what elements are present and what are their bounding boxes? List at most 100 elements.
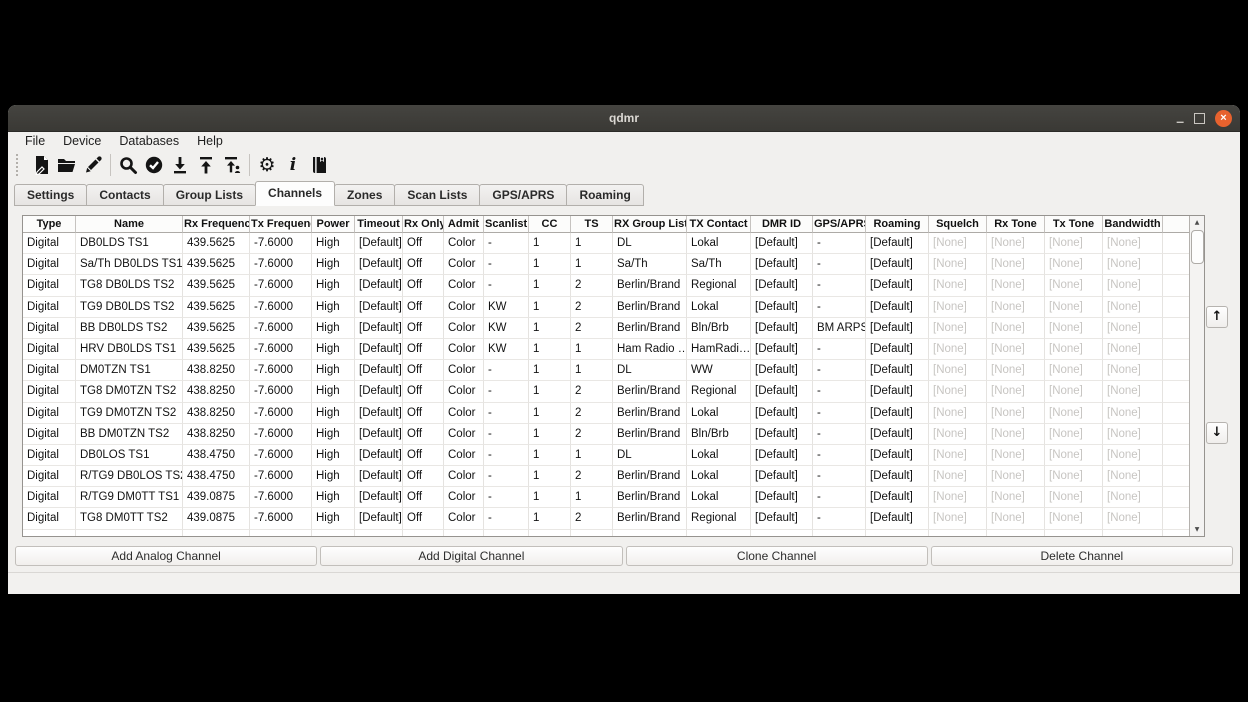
cell[interactable]: [Default]	[751, 466, 813, 487]
table-row[interactable]: DigitalBB DM0TZN TS2438.8250-7.6000High[…	[23, 424, 1189, 445]
cell[interactable]: [Default]	[355, 339, 403, 360]
column-header-dmr-id[interactable]: DMR ID	[751, 216, 813, 233]
open-file-button[interactable]	[54, 152, 80, 178]
titlebar[interactable]: qdmr – ×	[8, 105, 1240, 132]
cell[interactable]: 1	[571, 339, 613, 360]
cell[interactable]: Digital	[23, 297, 76, 318]
cell[interactable]: High	[312, 381, 355, 402]
cell[interactable]: Off	[403, 381, 444, 402]
cell[interactable]: -7.6000	[250, 339, 312, 360]
table-row[interactable]: DigitalDB0LOS TS1438.4750-7.6000High[Def…	[23, 445, 1189, 466]
cell[interactable]: Digital	[23, 381, 76, 402]
clone-channel-button[interactable]: Clone Channel	[626, 546, 928, 566]
cell[interactable]: [Default]	[751, 233, 813, 254]
upload-button[interactable]	[193, 152, 219, 178]
cell[interactable]: 2	[571, 381, 613, 402]
cell[interactable]: [Default]	[866, 508, 929, 529]
cell[interactable]: [None]	[987, 487, 1045, 508]
cell[interactable]: DL	[613, 233, 687, 254]
column-header-gps-aprs[interactable]: GPS/APRS	[813, 216, 866, 233]
cell[interactable]: [None]	[929, 297, 987, 318]
cell[interactable]: [None]	[929, 508, 987, 529]
cell[interactable]: 1	[571, 445, 613, 466]
cell[interactable]: BB DB0LDS TS2	[76, 318, 183, 339]
cell[interactable]: 1	[529, 445, 571, 466]
cell[interactable]: [None]	[1045, 508, 1103, 529]
cell[interactable]: [None]	[1045, 360, 1103, 381]
move-channel-up-button[interactable]: ↑	[1206, 306, 1228, 328]
cell[interactable]: R/TG9 DB0LOS TS2	[76, 466, 183, 487]
cell[interactable]: 438.4750	[183, 466, 250, 487]
cell[interactable]: High	[312, 403, 355, 424]
cell[interactable]: -	[813, 297, 866, 318]
cell[interactable]: [None]	[1103, 275, 1163, 296]
cell[interactable]: -	[813, 254, 866, 275]
add-digital-channel-button[interactable]: Add Digital Channel	[320, 546, 622, 566]
column-header-name[interactable]: Name	[76, 216, 183, 233]
cell[interactable]: [Default]	[355, 403, 403, 424]
cell[interactable]: Color	[444, 508, 484, 529]
cell[interactable]: [None]	[1103, 487, 1163, 508]
maximize-button[interactable]	[1194, 113, 1205, 124]
cell[interactable]: TG8 DM0TZN TS2	[76, 381, 183, 402]
cell[interactable]: Digital	[23, 233, 76, 254]
cell[interactable]: 438.4750	[183, 445, 250, 466]
table-row[interactable]: DigitalTG8 DB0LDS TS2439.5625-7.6000High…	[23, 275, 1189, 296]
cell[interactable]: [Default]	[866, 339, 929, 360]
cell[interactable]: Sa/Th	[687, 254, 751, 275]
cell[interactable]: [None]	[1103, 233, 1163, 254]
cell[interactable]: DL	[613, 360, 687, 381]
cell[interactable]: -	[813, 487, 866, 508]
cell[interactable]: -	[813, 403, 866, 424]
cell[interactable]: Off	[403, 360, 444, 381]
table-row[interactable]: DigitalR/TG9 DM0TT TS1439.0875-7.6000Hig…	[23, 487, 1189, 508]
cell[interactable]: 439.0875	[183, 508, 250, 529]
cell[interactable]: -	[484, 381, 529, 402]
cell[interactable]: -7.6000	[250, 381, 312, 402]
cell[interactable]: Color	[444, 487, 484, 508]
cell[interactable]: TG9 DB0LDS TS2	[76, 297, 183, 318]
cell[interactable]: [None]	[929, 381, 987, 402]
cell[interactable]: Bln/Brb	[687, 318, 751, 339]
cell[interactable]: 1	[529, 381, 571, 402]
cell[interactable]: Color	[444, 466, 484, 487]
cell[interactable]: Digital	[23, 445, 76, 466]
cell[interactable]: -	[484, 275, 529, 296]
cell[interactable]: [None]	[987, 403, 1045, 424]
cell[interactable]: -	[484, 403, 529, 424]
cell[interactable]: [None]	[929, 424, 987, 445]
column-header-rx-frequency[interactable]: Rx Frequency	[183, 216, 250, 233]
column-header-cc[interactable]: CC	[529, 216, 571, 233]
cell[interactable]: High	[312, 254, 355, 275]
cell[interactable]: 1	[529, 360, 571, 381]
table-row[interactable]: DigitalSa/Th DB0LDS TS1439.5625-7.6000Hi…	[23, 254, 1189, 275]
minimize-button[interactable]: –	[1176, 116, 1184, 126]
cell[interactable]: Berlin/Brand	[613, 487, 687, 508]
cell[interactable]: Digital	[23, 339, 76, 360]
cell[interactable]: Color	[444, 297, 484, 318]
cell[interactable]: Lokal	[687, 445, 751, 466]
cell[interactable]: [None]	[1045, 339, 1103, 360]
cell[interactable]: Off	[403, 339, 444, 360]
cell[interactable]: [Default]	[751, 339, 813, 360]
tab-group-lists[interactable]: Group Lists	[163, 184, 256, 206]
cell[interactable]: -	[484, 445, 529, 466]
column-header-roaming[interactable]: Roaming	[866, 216, 929, 233]
cell[interactable]: [None]	[1103, 381, 1163, 402]
column-header-admit[interactable]: Admit	[444, 216, 484, 233]
cell[interactable]: Digital	[23, 508, 76, 529]
cell[interactable]: Digital	[23, 254, 76, 275]
cell[interactable]: [None]	[929, 403, 987, 424]
cell[interactable]: 2	[571, 297, 613, 318]
cell[interactable]: 1	[571, 233, 613, 254]
cell[interactable]: R/TG9 DM0TT TS1	[76, 487, 183, 508]
cell[interactable]: [Default]	[751, 297, 813, 318]
cell[interactable]: 1	[529, 297, 571, 318]
cell[interactable]: 438.8250	[183, 403, 250, 424]
cell[interactable]: Regional	[687, 381, 751, 402]
cell[interactable]: 1	[529, 318, 571, 339]
column-header-power[interactable]: Power	[312, 216, 355, 233]
cell[interactable]: WW	[687, 360, 751, 381]
cell[interactable]: BM ARPS	[813, 318, 866, 339]
cell[interactable]: Berlin/Brand	[613, 466, 687, 487]
